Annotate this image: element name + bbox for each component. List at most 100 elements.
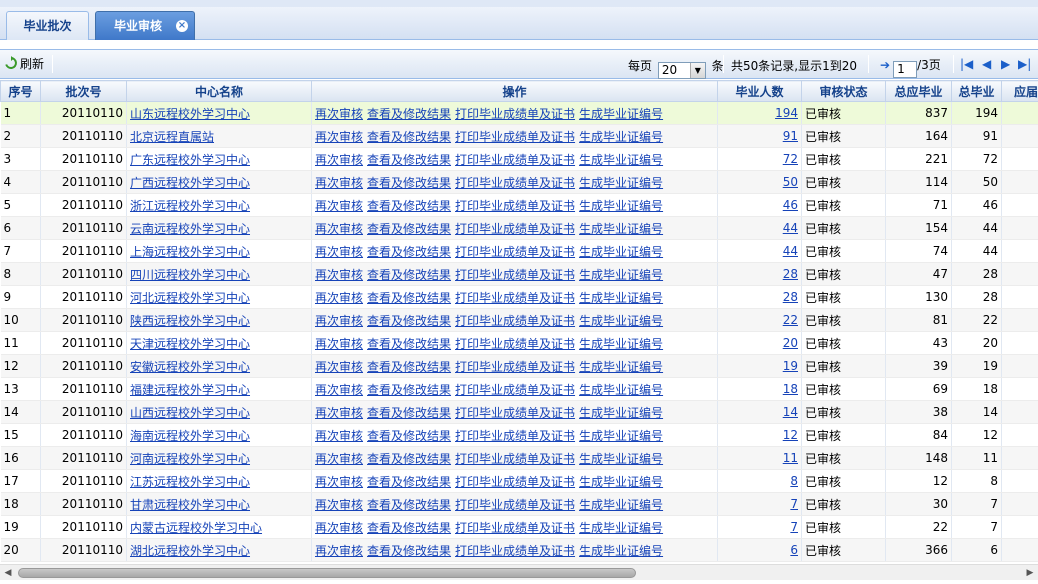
scroll-thumb[interactable] [18,568,636,578]
first-page-icon[interactable]: |◀ [960,57,973,71]
print-transcript-link[interactable]: 打印毕业成绩单及证书 [455,360,575,374]
table-row[interactable]: 4 20110110 广西远程校外学习中心 再次审核 查看及修改结果 打印毕业成绩单及证书… [0,170,1038,194]
col-actions-header[interactable]: 操作 [311,80,718,102]
re-review-link[interactable]: 再次审核 [315,176,363,190]
table-row[interactable]: 13 20110110 福建远程校外学习中心 再次审核 查看及修改结果 打印毕业成绩单及证… [0,377,1038,401]
re-review-link[interactable]: 再次审核 [315,107,363,121]
print-transcript-link[interactable]: 打印毕业成绩单及证书 [455,475,575,489]
prev-page-icon[interactable]: ◀ [982,57,991,71]
generate-cert-number-link[interactable]: 生成毕业证编号 [579,544,663,558]
col-status-header[interactable]: 审核状态 [801,80,886,102]
print-transcript-link[interactable]: 打印毕业成绩单及证书 [455,268,575,282]
cell-grad-count-link[interactable]: 46 [783,198,798,212]
view-edit-result-link[interactable]: 查看及修改结果 [367,107,451,121]
cell-grad-count-link[interactable]: 18 [783,382,798,396]
cell-grad-count-link[interactable]: 6 [790,543,798,557]
table-row[interactable]: 11 20110110 天津远程校外学习中心 再次审核 查看及修改结果 打印毕业成绩单及证… [0,331,1038,355]
re-review-link[interactable]: 再次审核 [315,544,363,558]
view-edit-result-link[interactable]: 查看及修改结果 [367,475,451,489]
re-review-link[interactable]: 再次审核 [315,521,363,535]
view-edit-result-link[interactable]: 查看及修改结果 [367,452,451,466]
page-size-select[interactable]: 20 ▼ [657,62,706,79]
print-transcript-link[interactable]: 打印毕业成绩单及证书 [455,130,575,144]
cell-grad-count-link[interactable]: 91 [783,129,798,143]
cell-center-link[interactable]: 广东远程校外学习中心 [130,153,250,167]
table-row[interactable]: 8 20110110 四川远程校外学习中心 再次审核 查看及修改结果 打印毕业成绩单及证书… [0,262,1038,286]
cell-center-link[interactable]: 山西远程校外学习中心 [130,406,250,420]
cell-center-link[interactable]: 海南远程校外学习中心 [130,429,250,443]
cell-center-link[interactable]: 河南远程校外学习中心 [130,452,250,466]
col-fresh-header[interactable]: 应届 [1001,80,1038,102]
generate-cert-number-link[interactable]: 生成毕业证编号 [579,107,663,121]
cell-center-link[interactable]: 云南远程校外学习中心 [130,222,250,236]
print-transcript-link[interactable]: 打印毕业成绩单及证书 [455,222,575,236]
print-transcript-link[interactable]: 打印毕业成绩单及证书 [455,544,575,558]
cell-center-link[interactable]: 河北远程校外学习中心 [130,291,250,305]
last-page-icon[interactable]: ▶| [1018,57,1031,71]
print-transcript-link[interactable]: 打印毕业成绩单及证书 [455,245,575,259]
re-review-link[interactable]: 再次审核 [315,498,363,512]
table-row[interactable]: 9 20110110 河北远程校外学习中心 再次审核 查看及修改结果 打印毕业成绩单及证书… [0,285,1038,309]
view-edit-result-link[interactable]: 查看及修改结果 [367,153,451,167]
print-transcript-link[interactable]: 打印毕业成绩单及证书 [455,337,575,351]
view-edit-result-link[interactable]: 查看及修改结果 [367,406,451,420]
print-transcript-link[interactable]: 打印毕业成绩单及证书 [455,383,575,397]
generate-cert-number-link[interactable]: 生成毕业证编号 [579,130,663,144]
view-edit-result-link[interactable]: 查看及修改结果 [367,521,451,535]
page-input[interactable]: 1 [893,61,918,78]
view-edit-result-link[interactable]: 查看及修改结果 [367,360,451,374]
generate-cert-number-link[interactable]: 生成毕业证编号 [579,475,663,489]
cell-grad-count-link[interactable]: 44 [783,221,798,235]
cell-center-link[interactable]: 山东远程校外学习中心 [130,107,250,121]
cell-center-link[interactable]: 福建远程校外学习中心 [130,383,250,397]
col-batch-header[interactable]: 批次号 [40,80,127,102]
view-edit-result-link[interactable]: 查看及修改结果 [367,245,451,259]
cell-center-link[interactable]: 内蒙古远程校外学习中心 [130,521,262,535]
re-review-link[interactable]: 再次审核 [315,406,363,420]
print-transcript-link[interactable]: 打印毕业成绩单及证书 [455,521,575,535]
table-row[interactable]: 15 20110110 海南远程校外学习中心 再次审核 查看及修改结果 打印毕业成绩单及证… [0,423,1038,447]
re-review-link[interactable]: 再次审核 [315,291,363,305]
cell-center-link[interactable]: 天津远程校外学习中心 [130,337,250,351]
cell-center-link[interactable]: 江苏远程校外学习中心 [130,475,250,489]
cell-center-link[interactable]: 北京远程直属站 [130,130,214,144]
view-edit-result-link[interactable]: 查看及修改结果 [367,337,451,351]
next-page-icon[interactable]: ▶ [1001,57,1010,71]
table-row[interactable]: 7 20110110 上海远程校外学习中心 再次审核 查看及修改结果 打印毕业成绩单及证书… [0,239,1038,263]
generate-cert-number-link[interactable]: 生成毕业证编号 [579,429,663,443]
print-transcript-link[interactable]: 打印毕业成绩单及证书 [455,429,575,443]
re-review-link[interactable]: 再次审核 [315,314,363,328]
scroll-right-icon[interactable]: ▶ [1024,567,1036,579]
view-edit-result-link[interactable]: 查看及修改结果 [367,544,451,558]
re-review-link[interactable]: 再次审核 [315,475,363,489]
table-row[interactable]: 17 20110110 江苏远程校外学习中心 再次审核 查看及修改结果 打印毕业成绩单及证… [0,469,1038,493]
table-row[interactable]: 5 20110110 浙江远程校外学习中心 再次审核 查看及修改结果 打印毕业成绩单及证书… [0,193,1038,217]
table-row[interactable]: 1 20110110 山东远程校外学习中心 再次审核 查看及修改结果 打印毕业成绩单及证书… [0,101,1038,125]
print-transcript-link[interactable]: 打印毕业成绩单及证书 [455,498,575,512]
view-edit-result-link[interactable]: 查看及修改结果 [367,383,451,397]
cell-grad-count-link[interactable]: 28 [783,267,798,281]
cell-grad-count-link[interactable]: 8 [790,474,798,488]
table-row[interactable]: 16 20110110 河南远程校外学习中心 再次审核 查看及修改结果 打印毕业成绩单及证… [0,446,1038,470]
re-review-link[interactable]: 再次审核 [315,130,363,144]
view-edit-result-link[interactable]: 查看及修改结果 [367,176,451,190]
cell-grad-count-link[interactable]: 11 [783,451,798,465]
table-row[interactable]: 10 20110110 陕西远程校外学习中心 再次审核 查看及修改结果 打印毕业成绩单及证… [0,308,1038,332]
cell-grad-count-link[interactable]: 14 [783,405,798,419]
generate-cert-number-link[interactable]: 生成毕业证编号 [579,291,663,305]
cell-center-link[interactable]: 甘肃远程校外学习中心 [130,498,250,512]
print-transcript-link[interactable]: 打印毕业成绩单及证书 [455,314,575,328]
print-transcript-link[interactable]: 打印毕业成绩单及证书 [455,291,575,305]
re-review-link[interactable]: 再次审核 [315,337,363,351]
re-review-link[interactable]: 再次审核 [315,153,363,167]
go-arrow-icon[interactable]: ➔ [880,58,890,72]
col-center-header[interactable]: 中心名称 [126,80,312,102]
print-transcript-link[interactable]: 打印毕业成绩单及证书 [455,406,575,420]
chevron-down-icon[interactable]: ▼ [689,63,705,78]
cell-grad-count-link[interactable]: 19 [783,359,798,373]
generate-cert-number-link[interactable]: 生成毕业证编号 [579,222,663,236]
view-edit-result-link[interactable]: 查看及修改结果 [367,222,451,236]
generate-cert-number-link[interactable]: 生成毕业证编号 [579,199,663,213]
cell-grad-count-link[interactable]: 7 [790,497,798,511]
cell-center-link[interactable]: 浙江远程校外学习中心 [130,199,250,213]
